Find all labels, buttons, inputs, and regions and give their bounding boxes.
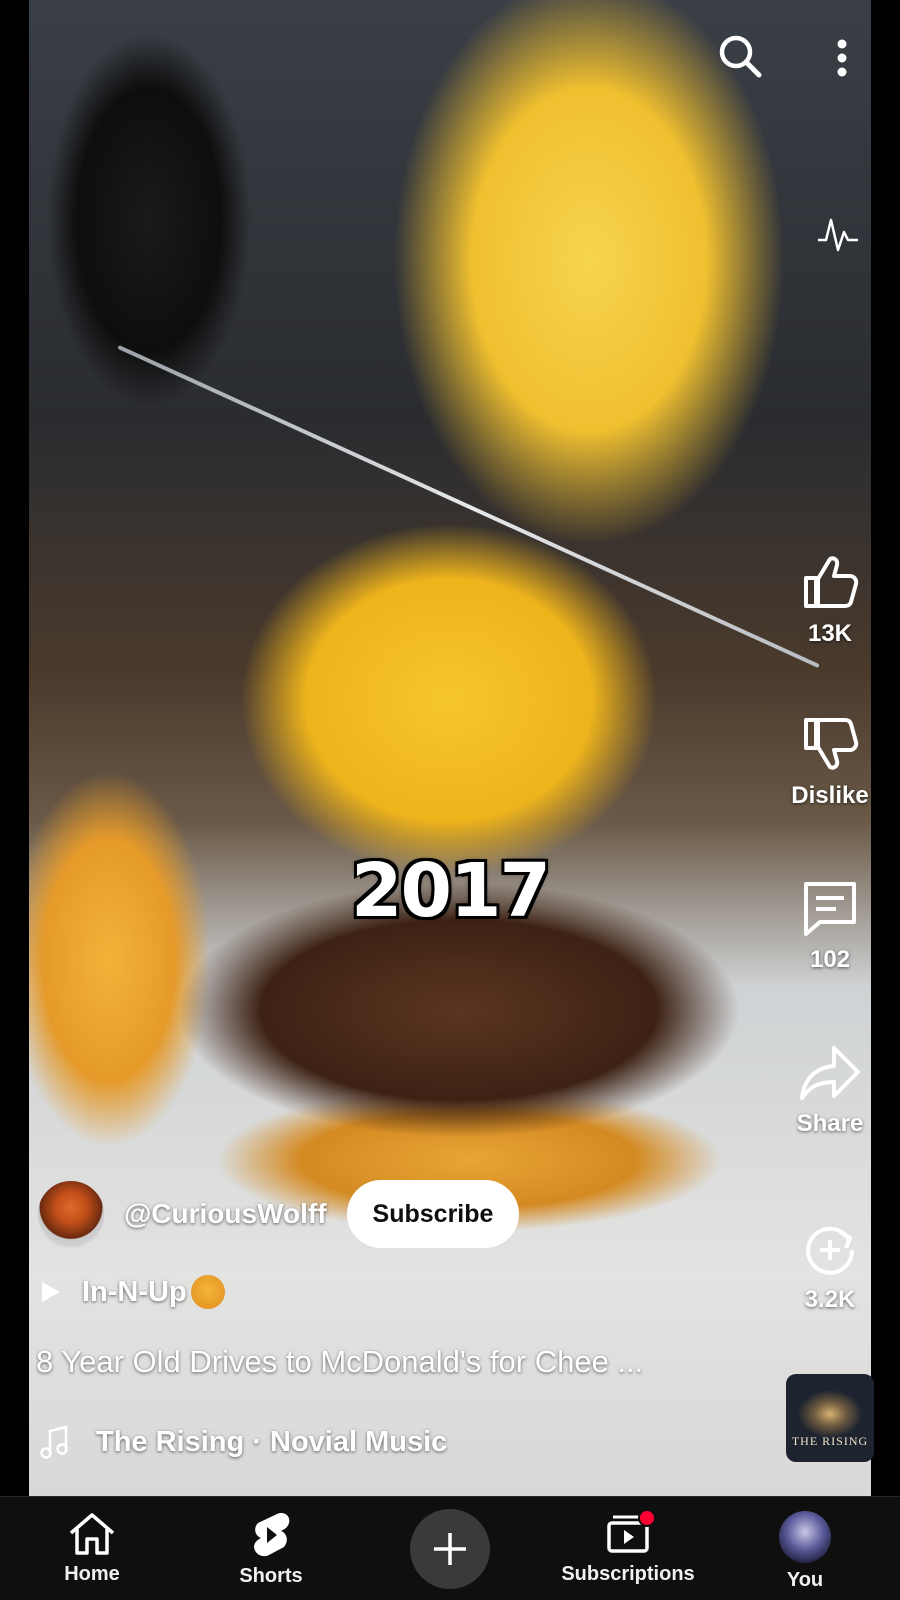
channel-row: @CuriousWolff Subscribe [36, 1178, 520, 1250]
channel-avatar[interactable] [36, 1179, 106, 1249]
sound-wave-icon[interactable] [812, 210, 864, 258]
like-button[interactable]: 13K [760, 552, 900, 648]
nav-you[interactable]: You [770, 1497, 840, 1600]
shorts-icon [254, 1513, 290, 1557]
comment-icon [804, 882, 856, 936]
bottom-navigation: Home Shorts Subscriptions You [0, 1496, 900, 1600]
nav-subscriptions-label: Subscriptions [561, 1563, 695, 1585]
like-count: 13K [807, 620, 853, 647]
nav-subscriptions[interactable]: Subscriptions [558, 1497, 698, 1600]
nav-home[interactable]: Home [52, 1497, 132, 1600]
nav-shorts[interactable]: Shorts [226, 1497, 316, 1600]
notification-badge [638, 1509, 656, 1527]
create-button[interactable] [410, 1509, 490, 1589]
remix-button[interactable]: 3.2K [760, 1218, 900, 1314]
album-art-text: THE RISING [791, 1433, 869, 1448]
subscribe-button[interactable]: Subscribe [346, 1180, 520, 1248]
music-note-icon [40, 1425, 68, 1459]
search-icon[interactable] [712, 28, 768, 84]
play-icon [42, 1282, 60, 1302]
thumbs-up-icon [804, 556, 859, 608]
share-label: Share [796, 1110, 864, 1137]
mind-blown-emoji-icon [190, 1275, 225, 1309]
plus-icon [434, 1533, 466, 1565]
dislike-button[interactable]: Dislike [760, 714, 900, 810]
channel-handle[interactable]: @CuriousWolff [124, 1198, 327, 1230]
share-arrow-icon [800, 1046, 860, 1100]
remix-count: 3.2K [804, 1286, 856, 1313]
playlist-label: In-N-Up [82, 1275, 187, 1308]
album-art[interactable]: THE RISING [786, 1374, 874, 1462]
comments-button[interactable]: 102 [760, 878, 900, 974]
playlist-link[interactable]: In-N-Up [40, 1270, 225, 1314]
video-frame-knife [117, 345, 820, 668]
home-icon [69, 1513, 115, 1555]
you-avatar [779, 1511, 831, 1563]
nav-shorts-label: Shorts [239, 1565, 303, 1587]
music-label: The Rising · Novial Music [96, 1425, 448, 1458]
remix-icon [806, 1226, 854, 1275]
nav-home-label: Home [64, 1563, 120, 1585]
thumbs-down-icon [804, 718, 859, 770]
video-title[interactable]: 8 Year Old Drives to McDonald's for Chee… [36, 1344, 766, 1380]
comment-count: 102 [809, 946, 851, 973]
music-link[interactable]: The Rising · Novial Music [40, 1420, 447, 1464]
more-vertical-icon[interactable] [822, 34, 862, 82]
video-frame-glove [29, 0, 269, 460]
nav-you-label: You [786, 1569, 824, 1591]
share-button[interactable]: Share [760, 1042, 900, 1138]
dislike-label: Dislike [791, 782, 869, 809]
